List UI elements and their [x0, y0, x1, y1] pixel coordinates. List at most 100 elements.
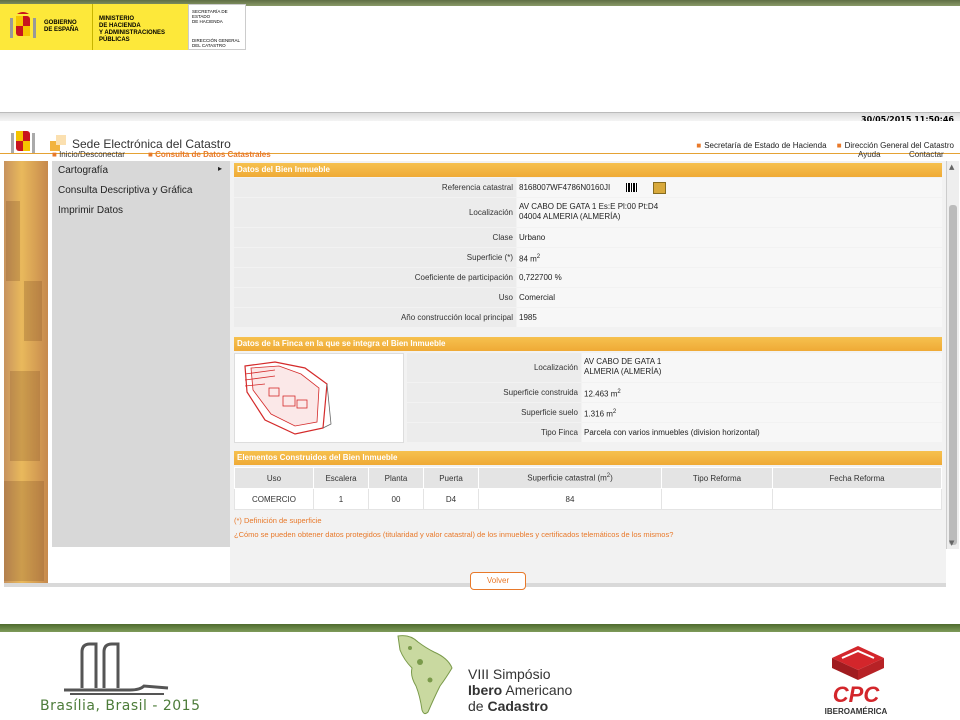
main-content: Datos del Bien Inmueble Referencia catas…	[234, 163, 942, 539]
secretaria-block: SECRETARÍA DE ESTADO DE HACIENDA DIRECCI…	[188, 4, 246, 50]
referencia-text: 8168007WF4786N0160JI	[519, 183, 611, 192]
col-superficie-label: Superficie catastral (m	[527, 473, 607, 483]
superscript: 2	[536, 254, 541, 260]
gobierno-line2: DE ESPAÑA	[44, 27, 79, 33]
value-localizacion: AV CABO DE GATA 1 Es:E Pl:00 Pt:D4 04004…	[517, 198, 942, 227]
col-superficie: Superficie catastral (m2)	[478, 467, 662, 489]
sidebar: Cartografía ▸ Consulta Descriptiva y Grá…	[52, 161, 230, 547]
barcode-icon[interactable]	[626, 183, 639, 193]
parcel-map[interactable]	[234, 353, 404, 443]
value-clase: Urbano	[517, 228, 942, 247]
brasilia-logo-icon	[64, 642, 169, 695]
value-superficie: 84 m2	[517, 248, 942, 267]
row-finca-localizacion: Localización AV CABO DE GATA 1 ALMERIA (…	[407, 353, 942, 382]
label-sup-suelo: Superficie suelo	[407, 403, 581, 422]
scroll-down-icon[interactable]: ▼	[949, 539, 954, 547]
nav-inicio[interactable]: ■ Inicio/Desconectar	[52, 150, 125, 159]
cell-fecha-reforma	[772, 488, 942, 510]
sidebar-item-cartografia[interactable]: Cartografía ▸	[52, 161, 230, 181]
row-localizacion: Localización AV CABO DE GATA 1 Es:E Pl:0…	[234, 198, 942, 227]
scrollbar[interactable]: ▲ ▼	[946, 161, 959, 549]
sidebar-item-consulta[interactable]: Consulta Descriptiva y Gráfica	[52, 181, 230, 201]
finca-loc-line1: AV CABO DE GATA 1	[584, 357, 662, 366]
value-sup-construida: 12.463 m2	[582, 383, 942, 402]
cell-uso: COMERCIO	[234, 488, 314, 510]
label-anio: Año construcción local principal	[234, 308, 516, 327]
cpc-subtext: IBEROAMÉRICA	[825, 707, 888, 716]
superscript: 2	[612, 409, 617, 415]
value-coeficiente: 0,722700 %	[517, 268, 942, 287]
sidebar-item-label: Cartografía	[58, 165, 109, 176]
coat-of-arms-icon	[10, 12, 36, 38]
ministry-line1: MINISTERIO	[99, 16, 135, 22]
link-datos-protegidos[interactable]: ¿Cómo se pueden obtener datos protegidos…	[234, 530, 942, 539]
link-definicion-superficie[interactable]: (*) Definición de superficie	[234, 516, 942, 525]
value-tipo-finca: Parcela con varios inmuebles (division h…	[582, 423, 942, 442]
simposio-text: VIII Simpósio Ibero Americano de Cadastr…	[468, 666, 572, 714]
latin-america-map-icon	[397, 635, 453, 715]
row-superficie: Superficie (*) 84 m2	[234, 248, 942, 267]
cell-puerta: D4	[423, 488, 479, 510]
gobierno-line1: GOBIERNO	[44, 20, 77, 26]
col-fecha-reforma: Fecha Reforma	[772, 467, 942, 489]
nav-bar: ■ Inicio/Desconectar ■ Consulta de Datos…	[0, 149, 960, 161]
row-superficie-suelo: Superficie suelo 1.316 m2	[407, 403, 942, 422]
bullet-icon: ■	[148, 150, 153, 159]
bullet-icon: ■	[52, 150, 57, 159]
sup-suelo-text: 1.316 m	[584, 409, 613, 419]
sup-construida-text: 12.463 m	[584, 389, 618, 399]
superficie-text: 84 m	[519, 254, 537, 264]
cpc-logo-icon: CPC IBEROAMÉRICA	[825, 646, 888, 716]
cell-planta: 00	[368, 488, 424, 510]
table-header-row: Uso Escalera Planta Puerta Superficie ca…	[234, 467, 942, 489]
catastro-window: 30/05/2015 11:50:46 Sede Electrónica del…	[0, 112, 960, 590]
cpc-text: CPC	[833, 682, 881, 707]
section-header-elementos: Elementos Construidos del Bien Inmueble	[234, 451, 942, 465]
nav-ayuda[interactable]: Ayuda	[858, 150, 881, 159]
superscript: 2	[606, 473, 611, 480]
dir-line2: DEL CATASTRO	[192, 43, 226, 48]
nav-consulta[interactable]: ■ Consulta de Datos Catastrales	[148, 150, 271, 159]
value-anio: 1985	[517, 308, 942, 327]
label-superficie[interactable]: Superficie (*)	[234, 248, 516, 267]
row-clase: Clase Urbano	[234, 228, 942, 247]
volver-button[interactable]: Volver	[470, 572, 526, 590]
label-tipo-finca: Tipo Finca	[407, 423, 581, 442]
ministry-block: MINISTERIO DE HACIENDA Y ADMINISTRACIONE…	[92, 4, 188, 50]
simposio-cadastro: Cadastro	[487, 698, 549, 714]
row-referencia: Referencia catastral 8168007WF4786N0160J…	[234, 178, 942, 197]
nav-contactar[interactable]: Contactar	[909, 150, 944, 159]
col-uso: Uso	[234, 467, 314, 489]
bottom-stripe	[0, 624, 960, 632]
finca-block: Localización AV CABO DE GATA 1 ALMERIA (…	[234, 353, 942, 443]
loc-line1: AV CABO DE GATA 1 Es:E Pl:00 Pt:D4	[519, 202, 659, 211]
sidebar-item-label: Consulta Descriptiva y Gráfica	[58, 185, 193, 196]
simposio-americano: Americano	[502, 682, 573, 698]
label-localizacion: Localización	[234, 198, 516, 227]
row-superficie-construida: Superficie construida 12.463 m2	[407, 383, 942, 402]
section-header-finca: Datos de la Finca en la que se integra e…	[234, 337, 942, 351]
col-planta: Planta	[368, 467, 424, 489]
sidebar-item-label: Imprimir Datos	[58, 205, 124, 216]
label-finca-loc: Localización	[407, 353, 581, 382]
table-row: COMERCIO 1 00 D4 84	[234, 488, 942, 510]
chevron-right-icon: ▸	[217, 164, 222, 173]
row-anio: Año construcción local principal 1985	[234, 308, 942, 327]
ministry-line3: Y ADMINISTRACIONES PÚBLICAS	[99, 30, 166, 43]
section-header-bien: Datos del Bien Inmueble	[234, 163, 942, 177]
ministry-line2: DE HACIENDA	[99, 23, 141, 29]
row-coeficiente: Coeficiente de participación 0,722700 %	[234, 268, 942, 287]
elementos-table: Uso Escalera Planta Puerta Superficie ca…	[234, 467, 942, 510]
row-uso: Uso Comercial	[234, 288, 942, 307]
nav-inicio-label: Inicio/Desconectar	[59, 150, 125, 159]
value-sup-suelo: 1.316 m2	[582, 403, 942, 422]
col-tipo-reforma: Tipo Reforma	[661, 467, 773, 489]
print-icon[interactable]	[652, 181, 666, 194]
value-referencia: 8168007WF4786N0160JI	[517, 178, 942, 197]
scroll-thumb[interactable]	[949, 205, 957, 545]
simposio-de: de	[468, 698, 488, 714]
value-finca-loc: AV CABO DE GATA 1 ALMERIA (ALMERÍA)	[582, 353, 942, 382]
finca-loc-line2: ALMERIA (ALMERÍA)	[584, 367, 662, 376]
sidebar-item-imprimir[interactable]: Imprimir Datos	[52, 201, 230, 221]
scroll-up-icon[interactable]: ▲	[949, 163, 954, 171]
